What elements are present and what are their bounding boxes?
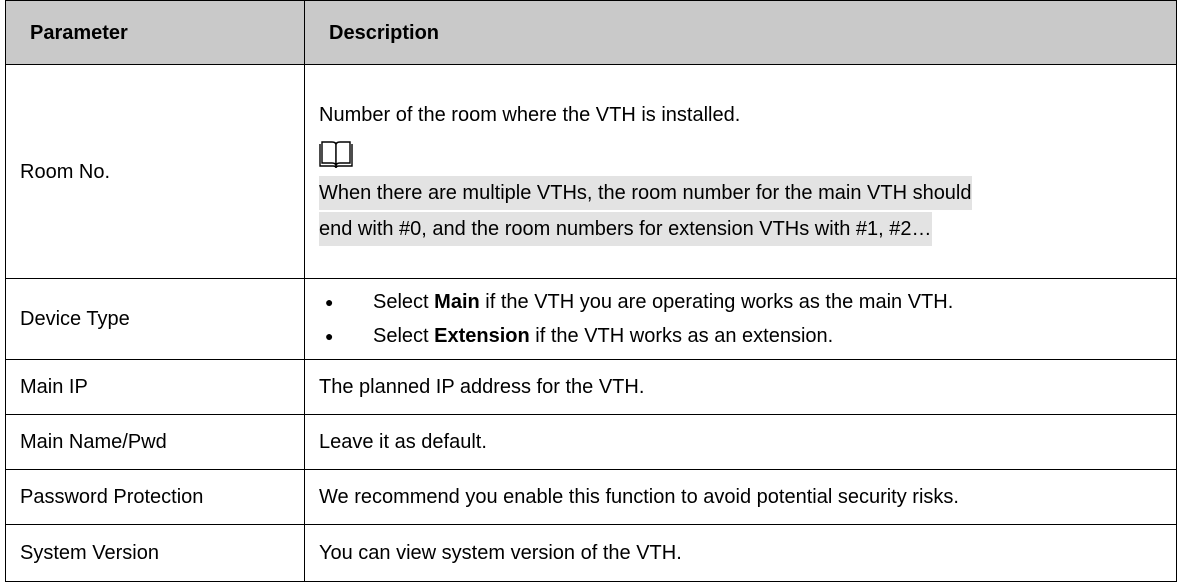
param-main-ip: Main IP: [5, 359, 305, 415]
bullet-text: if the VTH works as an extension.: [529, 325, 834, 347]
bullet-icon: ●: [325, 294, 334, 310]
table-header-row: Parameter Description: [5, 0, 1177, 65]
parameter-table: Parameter Description Room No. Number of…: [5, 0, 1177, 582]
device-type-list: ● Select Main if the VTH you are operati…: [319, 285, 1162, 353]
bullet-icon: ●: [325, 328, 334, 344]
room-no-description: Number of the room where the VTH is inst…: [319, 103, 741, 126]
param-room-no: Room No.: [5, 64, 305, 279]
desc-main-ip: The planned IP address for the VTH.: [304, 359, 1177, 415]
table-row: Main Name/Pwd Leave it as default.: [5, 414, 1177, 470]
bold-term: Main: [434, 291, 480, 313]
param-system-version: System Version: [5, 524, 305, 582]
param-password-protection: Password Protection: [5, 469, 305, 525]
list-item: ● Select Extension if the VTH works as a…: [319, 319, 1162, 353]
header-parameter: Parameter: [5, 0, 305, 65]
param-device-type: Device Type: [5, 278, 305, 360]
bullet-text: Select: [373, 291, 435, 313]
table-row: Device Type ● Select Main if the VTH you…: [5, 278, 1177, 360]
note-line-2: end with #0, and the room numbers for ex…: [319, 211, 932, 246]
desc-main-name-pwd: Leave it as default.: [304, 414, 1177, 470]
table-row: Room No. Number of the room where the VT…: [5, 64, 1177, 279]
table-row: System Version You can view system versi…: [5, 524, 1177, 582]
bold-term: Extension: [434, 325, 530, 347]
header-description: Description: [304, 0, 1177, 65]
note-line-1: When there are multiple VTHs, the room n…: [319, 175, 972, 210]
param-main-name-pwd: Main Name/Pwd: [5, 414, 305, 470]
book-icon: [319, 140, 353, 168]
table-row: Password Protection We recommend you ena…: [5, 469, 1177, 525]
bullet-text: Select: [373, 325, 435, 347]
desc-room-no: Number of the room where the VTH is inst…: [304, 64, 1177, 279]
list-item: ● Select Main if the VTH you are operati…: [319, 285, 1162, 319]
table-row: Main IP The planned IP address for the V…: [5, 359, 1177, 415]
desc-password-protection: We recommend you enable this function to…: [304, 469, 1177, 525]
desc-device-type: ● Select Main if the VTH you are operati…: [304, 278, 1177, 360]
desc-system-version: You can view system version of the VTH.: [304, 524, 1177, 582]
bullet-text: if the VTH you are operating works as th…: [479, 291, 954, 313]
